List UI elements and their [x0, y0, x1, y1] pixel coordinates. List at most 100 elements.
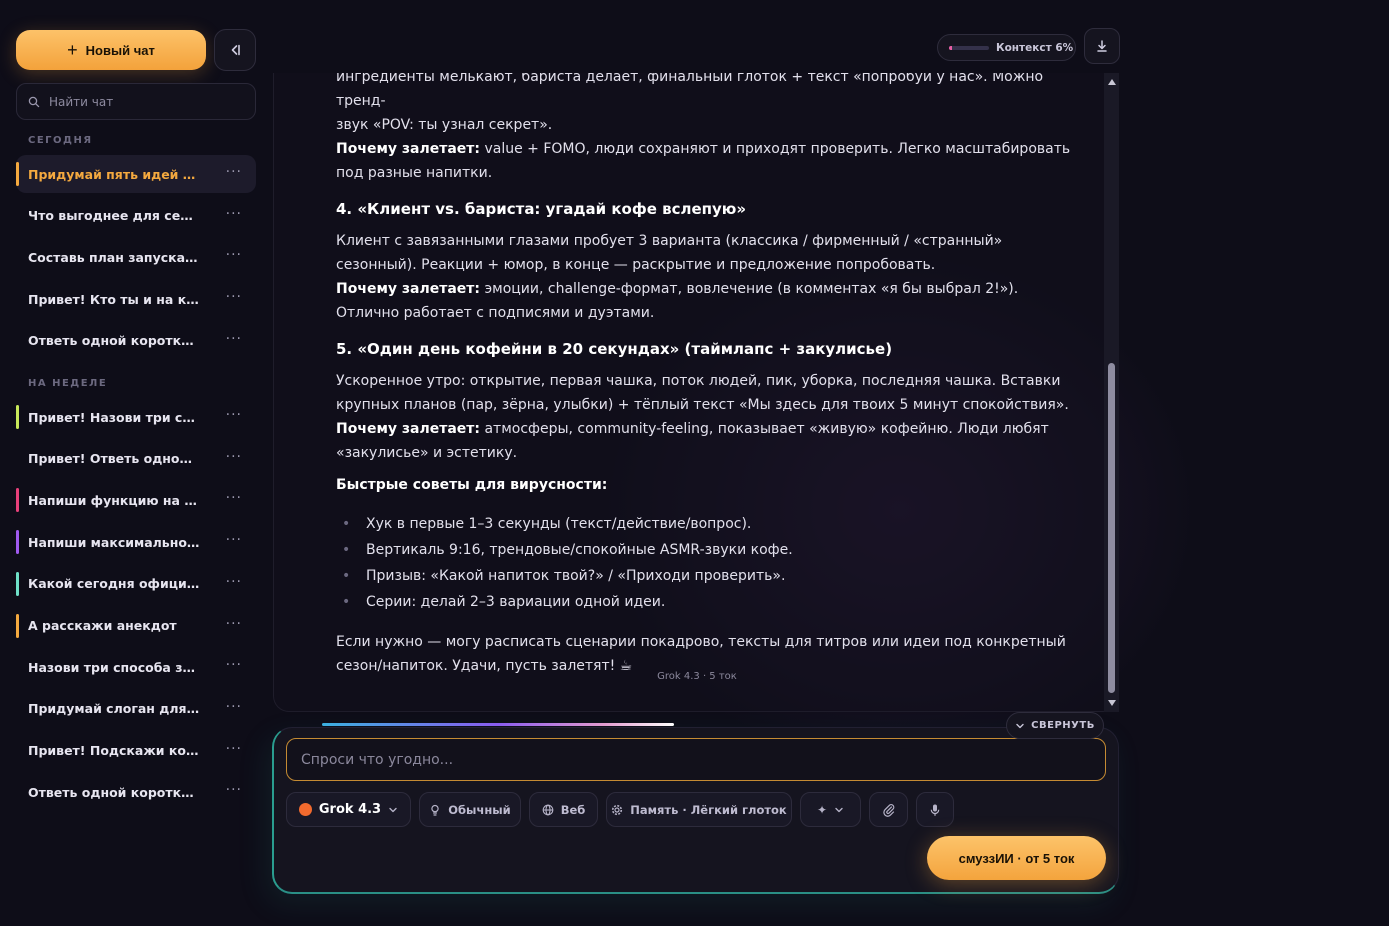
- message-paragraph: Почему залетает: атмосферы, community-fe…: [336, 417, 1076, 465]
- chat-list-item[interactable]: Привет! Подскажи коро... ···: [16, 732, 256, 770]
- message-paragraph: Быстрые советы для вирусности:: [336, 473, 1076, 497]
- chat-list-item[interactable]: Напиши максимально п... ···: [16, 523, 256, 561]
- scroll-up-arrow-icon[interactable]: [1108, 79, 1116, 85]
- more-dots-icon[interactable]: ···: [226, 741, 242, 757]
- new-chat-button[interactable]: + Новый чат: [16, 30, 206, 70]
- collapse-left-icon: [231, 44, 240, 56]
- chat-list-item[interactable]: А расскажи анекдот ···: [16, 607, 256, 645]
- paperclip-icon: [882, 803, 894, 817]
- why-label: Почему залетает:: [336, 421, 480, 437]
- model-label: Grok 4.3: [318, 802, 382, 817]
- chat-list-item[interactable]: Привет! Ответь одной ф... ···: [16, 440, 256, 478]
- more-dots-icon[interactable]: ···: [226, 532, 242, 548]
- list-item: Призыв: «Какой напиток твой?» / «Приходи…: [336, 563, 1076, 589]
- message-meta: Grok 4.3 · 5 ток: [657, 671, 737, 682]
- sparkle-icon: ✦: [816, 802, 828, 817]
- chat-item-label: Что выгоднее для семьи...: [28, 208, 200, 224]
- globe-icon: [542, 804, 554, 815]
- list-item: Хук в первые 1–3 секунды (текст/действие…: [336, 511, 1076, 537]
- idea4-title: 4. «Клиент vs. бариста: угадай кофе всле…: [336, 200, 747, 218]
- more-dots-icon[interactable]: ···: [226, 657, 242, 673]
- chat-list-item[interactable]: Какой сегодня официал... ···: [16, 565, 256, 603]
- chat-color-marker: [16, 162, 19, 186]
- scrollbar-thumb[interactable]: [1108, 363, 1115, 693]
- context-label: Контекст 6%: [996, 41, 1074, 54]
- chat-item-label: Назови три способа зав...: [28, 659, 200, 675]
- chat-item-label: Составь план запуска м...: [28, 249, 200, 265]
- context-progress-fill: [949, 45, 952, 50]
- chat-item-label: Напиши максимально п...: [28, 534, 200, 550]
- tips-list: Хук в первые 1–3 секунды (текст/действие…: [336, 511, 1076, 615]
- model-selector[interactable]: Grok 4.3: [286, 792, 411, 827]
- message-paragraph: звук «POV: ты узнал секрет».: [336, 117, 553, 133]
- chat-item-label: Привет! Ответь одной ф...: [28, 451, 200, 467]
- chat-list-item[interactable]: Что выгоднее для семьи... ···: [16, 197, 256, 235]
- section-week-title: НА НЕДЕЛЕ: [28, 378, 108, 389]
- enhance-dropdown[interactable]: ✦: [800, 792, 861, 827]
- mode-label: Обычный: [448, 802, 511, 817]
- mode-toggle[interactable]: Обычный: [419, 792, 521, 827]
- chat-color-marker: [16, 405, 19, 429]
- more-dots-icon[interactable]: ···: [226, 331, 242, 347]
- idea5-title: 5. «Один день кофейни в 20 секундах» (та…: [336, 340, 893, 358]
- idea5-text: Ускоренное утро: открытие, первая чашка,…: [336, 373, 1069, 413]
- chat-list-item[interactable]: Составь план запуска м... ···: [16, 238, 256, 276]
- model-dot-icon: [298, 803, 312, 816]
- memory-toggle[interactable]: Память · Лёгкий глоток: [606, 792, 792, 827]
- chat-list-item[interactable]: Напиши функцию на Pyt... ···: [16, 481, 256, 519]
- prompt-input[interactable]: [286, 738, 1106, 781]
- assistant-message: ингредиенты мелькают, бариста делает, фи…: [336, 73, 1076, 678]
- more-dots-icon[interactable]: ···: [226, 407, 242, 423]
- tips-title: Быстрые советы для вирусности:: [336, 477, 608, 493]
- chevron-down-icon: [835, 807, 843, 812]
- search-input[interactable]: [49, 94, 239, 109]
- microphone-icon: [930, 804, 940, 816]
- more-dots-icon[interactable]: ···: [226, 247, 242, 263]
- section-today-title: СЕГОДНЯ: [28, 135, 93, 146]
- more-dots-icon[interactable]: ···: [226, 289, 242, 305]
- more-dots-icon[interactable]: ···: [226, 616, 242, 632]
- message-paragraph: ингредиенты мелькают, бариста делает, фи…: [336, 73, 1044, 109]
- chat-list-item[interactable]: Назови три способа зав... ···: [16, 648, 256, 686]
- chat-list-item[interactable]: Привет! Кто ты и на как... ···: [16, 280, 256, 318]
- download-button[interactable]: [1084, 28, 1120, 64]
- more-dots-icon[interactable]: ···: [226, 574, 242, 590]
- web-toggle[interactable]: Веб: [529, 792, 598, 827]
- collapse-label: СВЕРНУТЬ: [1031, 720, 1095, 731]
- list-item: Серии: делай 2–3 вариации одной идеи.: [336, 589, 1076, 615]
- chat-item-label: Ответь одной короткой ...: [28, 784, 200, 800]
- chat-item-label: Придумай пять идей ко...: [28, 166, 200, 182]
- scroll-down-arrow-icon[interactable]: [1108, 700, 1116, 706]
- download-icon: [1097, 40, 1107, 52]
- plus-icon: +: [67, 40, 78, 60]
- chat-list-item[interactable]: Привет! Назови три све... ···: [16, 398, 256, 436]
- microphone-button[interactable]: [916, 792, 954, 827]
- more-dots-icon[interactable]: ···: [226, 490, 242, 506]
- chat-color-marker: [16, 571, 19, 596]
- message-scrollbar[interactable]: [1104, 73, 1119, 712]
- sidebar: + Новый чат СЕГОДНЯ Придумай пять идей к…: [0, 0, 272, 926]
- chat-item-label: Ответь одной короткой ...: [28, 333, 200, 349]
- send-button[interactable]: смуззИИ · от 5 ток: [927, 836, 1106, 880]
- more-dots-icon[interactable]: ···: [226, 206, 242, 222]
- message-panel: ингредиенты мелькают, бариста делает, фи…: [273, 73, 1119, 712]
- idea4-text: Клиент с завязанными глазами пробует 3 в…: [336, 233, 1003, 273]
- message-paragraph: Почему залетает: эмоции, challenge-форма…: [336, 277, 1076, 325]
- chat-item-label: Привет! Назови три све...: [28, 409, 200, 425]
- chat-item-label: Какой сегодня официал...: [28, 576, 200, 592]
- chat-item-label: Привет! Подскажи коро...: [28, 743, 200, 759]
- chat-list-item[interactable]: Придумай пять идей ко... ···: [16, 155, 256, 193]
- chat-list-item[interactable]: Ответь одной короткой ... ···: [16, 773, 256, 811]
- chat-item-label: А расскажи анекдот: [28, 618, 177, 633]
- collapse-sidebar-button[interactable]: [214, 29, 256, 71]
- more-dots-icon[interactable]: ···: [226, 449, 242, 465]
- chat-list-item[interactable]: Ответь одной короткой ... ···: [16, 322, 256, 360]
- chat-list-item[interactable]: Придумай слоган для с... ···: [16, 690, 256, 728]
- more-dots-icon[interactable]: ···: [226, 164, 242, 180]
- more-dots-icon[interactable]: ···: [226, 699, 242, 715]
- collapse-composer-button[interactable]: СВЕРНУТЬ: [1006, 712, 1104, 739]
- chat-search[interactable]: [16, 83, 256, 120]
- why-label: Почему залетает:: [336, 281, 480, 297]
- attach-button[interactable]: [869, 792, 908, 827]
- more-dots-icon[interactable]: ···: [226, 782, 242, 798]
